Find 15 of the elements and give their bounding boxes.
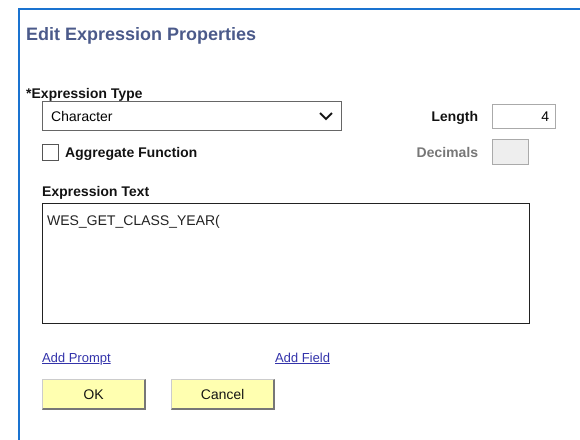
checkbox-label: Aggregate Function <box>65 144 198 160</box>
expression-text-field[interactable]: WES_GET_CLASS_YEAR( <box>42 203 530 324</box>
checkbox[interactable] <box>42 144 59 160</box>
chevron-down-icon <box>319 112 333 120</box>
dialog-title: Edit Expression Properties <box>26 24 258 45</box>
link[interactable]: Add Prompt <box>42 350 275 365</box>
field-label: Expression Text <box>42 183 150 199</box>
ok-button[interactable]: OK <box>42 379 146 410</box>
link[interactable]: Add Field <box>275 350 508 365</box>
cancel-button[interactable]: Cancel <box>171 379 275 410</box>
expression-type-dropdown[interactable]: Character <box>42 101 342 131</box>
field-label: *Expression Type <box>26 85 144 101</box>
field-label: Length <box>430 108 479 124</box>
length-field[interactable]: 4 <box>492 104 556 128</box>
field-label: Decimals <box>416 144 479 160</box>
